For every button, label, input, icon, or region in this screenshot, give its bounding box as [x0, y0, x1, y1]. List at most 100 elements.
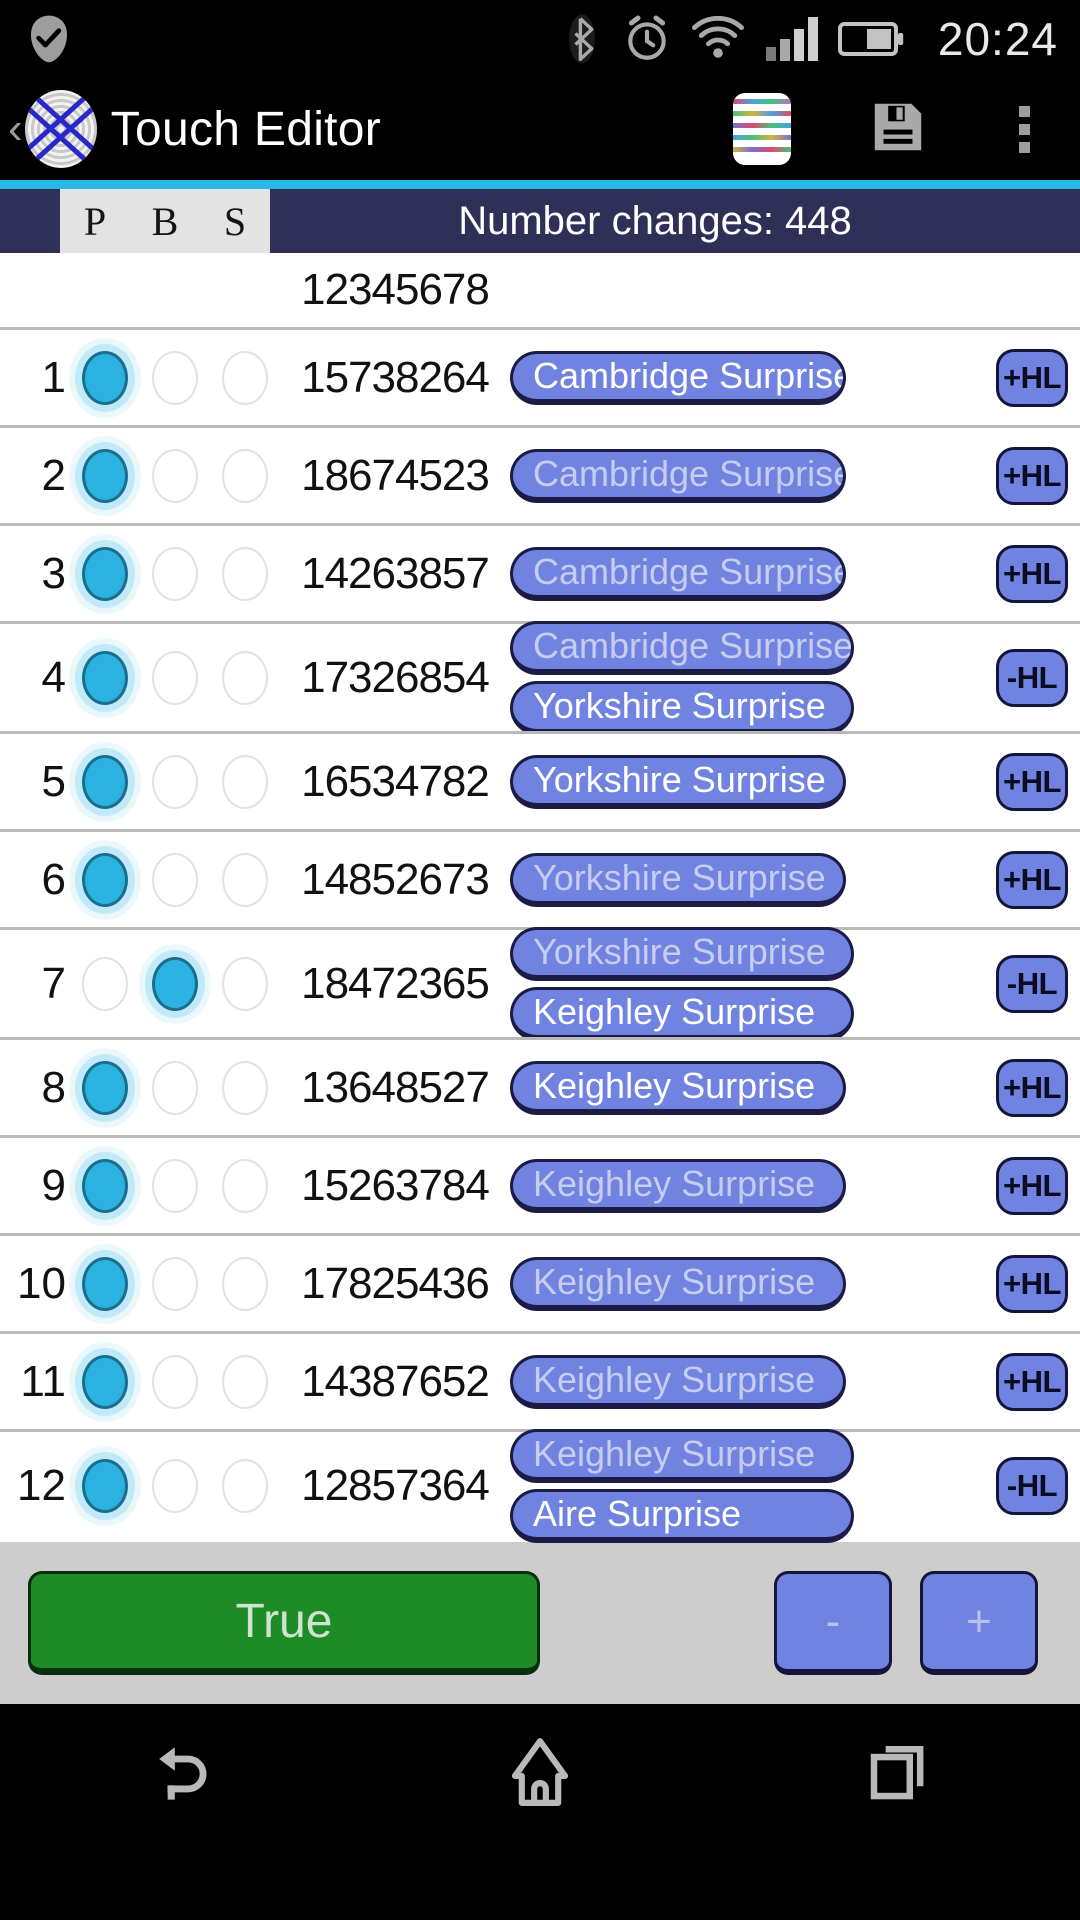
hl-toggle-button[interactable]: -HL — [996, 648, 1068, 707]
radio-b[interactable] — [152, 956, 198, 1011]
radio-p[interactable] — [82, 546, 128, 601]
method-button[interactable]: Keighley Surprise — [510, 1428, 854, 1483]
radio-s[interactable] — [222, 650, 268, 705]
method-button[interactable]: Keighley Surprise — [510, 1060, 846, 1115]
method-button[interactable]: Keighley Surprise — [510, 986, 854, 1041]
method-buttons: Yorkshire Surprise — [510, 852, 994, 907]
radio-s[interactable] — [222, 350, 268, 405]
hl-toggle-button[interactable]: +HL — [996, 348, 1068, 407]
radio-b[interactable] — [152, 546, 198, 601]
overflow-menu-icon[interactable] — [1005, 102, 1044, 157]
home-nav-icon[interactable] — [501, 1733, 579, 1816]
battery-icon — [837, 19, 904, 59]
table-header: P B S Number changes: 448 — [0, 189, 1080, 253]
radio-b[interactable] — [152, 852, 198, 907]
radio-b[interactable] — [152, 448, 198, 503]
row-radio-group — [70, 754, 280, 809]
hl-cell: +HL — [994, 752, 1080, 811]
hl-cell: +HL — [994, 1058, 1080, 1117]
method-buttons: Keighley Surprise — [510, 1060, 994, 1115]
radio-s[interactable] — [222, 546, 268, 601]
radio-s[interactable] — [222, 1158, 268, 1213]
method-buttons: Cambridge Surprise — [510, 448, 994, 503]
method-button[interactable]: Keighley Surprise — [510, 1354, 846, 1409]
radio-p[interactable] — [82, 650, 128, 705]
method-button[interactable]: Aire Surprise — [510, 1488, 854, 1543]
hl-toggle-button[interactable]: -HL — [996, 954, 1068, 1013]
table-row: 6 14852673 Yorkshire Surprise +HL — [0, 829, 1080, 927]
hl-toggle-button[interactable]: +HL — [996, 752, 1068, 811]
hl-toggle-button[interactable]: -HL — [996, 1456, 1068, 1515]
method-button[interactable]: Cambridge Surprise — [510, 546, 846, 601]
method-button[interactable]: Keighley Surprise — [510, 1158, 846, 1213]
method-button[interactable]: Cambridge Surprise — [510, 350, 846, 405]
save-icon[interactable] — [867, 96, 929, 163]
hl-toggle-button[interactable]: +HL — [996, 1156, 1068, 1215]
radio-p[interactable] — [82, 852, 128, 907]
radio-p[interactable] — [82, 1158, 128, 1213]
decrement-button[interactable]: - — [774, 1571, 892, 1675]
digits-header-row: 12345678 — [0, 253, 1080, 327]
table-row: 10 17825436 Keighley Surprise +HL — [0, 1233, 1080, 1331]
row-radio-group — [70, 650, 280, 705]
hl-toggle-button[interactable]: +HL — [996, 1254, 1068, 1313]
true-button[interactable]: True — [28, 1571, 540, 1675]
radio-b[interactable] — [152, 650, 198, 705]
method-button[interactable]: Keighley Surprise — [510, 1256, 846, 1311]
radio-p[interactable] — [82, 1354, 128, 1409]
column-headers-pbs: P B S — [60, 189, 270, 253]
method-button[interactable]: Cambridge Surprise — [510, 620, 854, 675]
radio-p[interactable] — [82, 448, 128, 503]
number-changes-label: Number changes: 448 — [458, 198, 852, 243]
hl-toggle-button[interactable]: +HL — [996, 446, 1068, 505]
hl-toggle-button[interactable]: +HL — [996, 1352, 1068, 1411]
back-nav-icon[interactable] — [141, 1733, 219, 1816]
app-bar: ‹ Touch Editor — [0, 78, 1080, 180]
hl-toggle-button[interactable]: +HL — [996, 1058, 1068, 1117]
cellular-signal-icon — [764, 15, 818, 63]
radio-p[interactable] — [82, 350, 128, 405]
radio-b[interactable] — [152, 1458, 198, 1513]
radio-s[interactable] — [222, 1060, 268, 1115]
radio-p[interactable] — [82, 956, 128, 1011]
radio-p[interactable] — [82, 1256, 128, 1311]
row-number: 11 — [20, 1356, 66, 1406]
method-buttons: Keighley Surprise — [510, 1256, 994, 1311]
row-digits: 18674523 — [301, 450, 490, 500]
radio-b[interactable] — [152, 1256, 198, 1311]
radio-s[interactable] — [222, 1256, 268, 1311]
method-button[interactable]: Yorkshire Surprise — [510, 926, 854, 981]
radio-b[interactable] — [152, 350, 198, 405]
increment-button[interactable]: + — [920, 1571, 1038, 1675]
radio-p[interactable] — [82, 754, 128, 809]
radio-s[interactable] — [222, 1458, 268, 1513]
radio-b[interactable] — [152, 1158, 198, 1213]
method-button[interactable]: Cambridge Surprise — [510, 448, 846, 503]
method-button[interactable]: Yorkshire Surprise — [510, 680, 854, 735]
grid-blueline-icon[interactable] — [733, 93, 791, 165]
radio-s[interactable] — [222, 754, 268, 809]
row-number: 6 — [41, 854, 66, 904]
radio-s[interactable] — [222, 1354, 268, 1409]
hl-toggle-button[interactable]: +HL — [996, 850, 1068, 909]
hl-cell: +HL — [994, 446, 1080, 505]
radio-s[interactable] — [222, 956, 268, 1011]
hl-cell: -HL — [994, 1456, 1080, 1515]
accent-divider — [0, 180, 1080, 189]
back-button[interactable]: ‹ — [8, 107, 23, 151]
radio-p[interactable] — [82, 1458, 128, 1513]
method-button[interactable]: Yorkshire Surprise — [510, 852, 846, 907]
radio-s[interactable] — [222, 852, 268, 907]
radio-b[interactable] — [152, 1354, 198, 1409]
radio-p[interactable] — [82, 1060, 128, 1115]
row-number: 10 — [17, 1258, 66, 1308]
row-radio-group — [70, 852, 280, 907]
radio-b[interactable] — [152, 754, 198, 809]
hl-toggle-button[interactable]: +HL — [996, 544, 1068, 603]
method-buttons: Cambridge Surprise — [510, 350, 994, 405]
radio-s[interactable] — [222, 448, 268, 503]
recents-nav-icon[interactable] — [861, 1733, 939, 1816]
digits-header: 12345678 — [301, 265, 490, 314]
method-button[interactable]: Yorkshire Surprise — [510, 754, 846, 809]
radio-b[interactable] — [152, 1060, 198, 1115]
